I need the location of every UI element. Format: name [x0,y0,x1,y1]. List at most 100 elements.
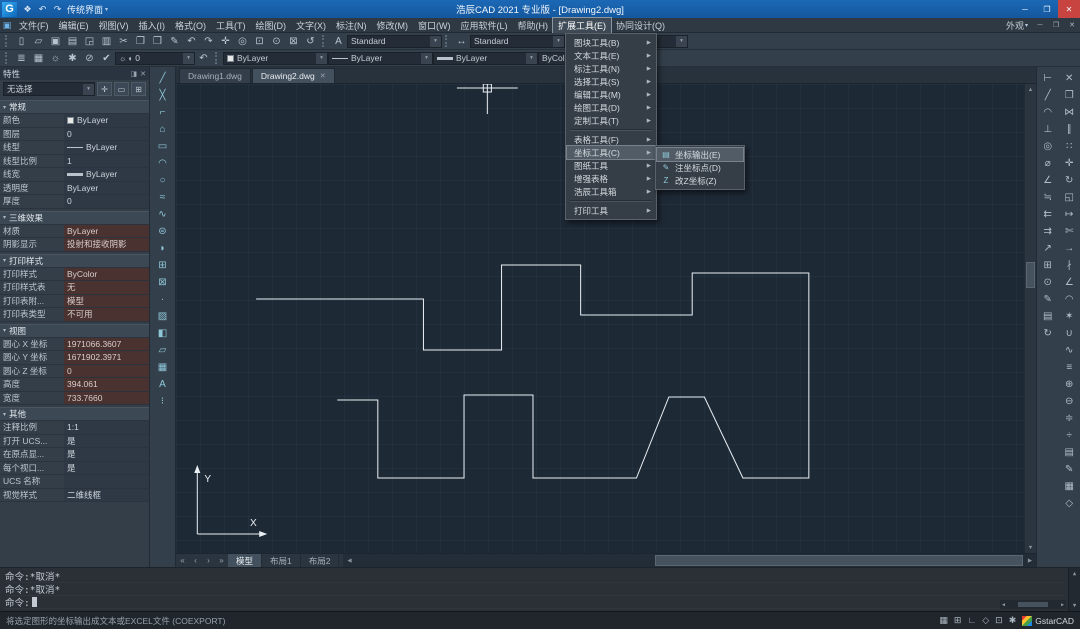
command-horizontal-scrollbar[interactable]: ◀ ▶ [1000,600,1066,609]
point-icon[interactable]: ∙ [154,291,172,307]
diameter-dimension-icon[interactable]: ⌀ [1039,155,1057,171]
redo-quick-icon[interactable]: ↷ [50,2,65,17]
minimize-icon[interactable]: ─ [1014,0,1036,18]
paste-icon[interactable]: ❒ [149,34,166,49]
scroll-down-icon[interactable]: ▼ [1025,542,1036,553]
next-tab-icon[interactable]: › [202,554,215,567]
property-value[interactable]: ByLayer [64,224,149,237]
scroll-down-icon[interactable]: ▼ [1069,600,1080,611]
tolerance-icon[interactable]: ⊞ [1039,257,1057,273]
menu-item-插入(I)[interactable]: 插入(I) [134,18,171,33]
dim-style-icon[interactable]: ↔ [453,34,470,49]
property-value[interactable]: ByLayer [64,181,149,194]
section-header[interactable]: ▾ 打印样式 [0,253,149,268]
toolbar-grip[interactable] [445,35,450,47]
stretch-icon[interactable]: ↦ [1060,206,1078,222]
zoom-realtime-icon[interactable]: ◎ [234,34,251,49]
ext-menu-item[interactable]: 编辑工具(M) ▶ [567,88,655,101]
layout-tab-布局2[interactable]: 布局2 [301,554,340,567]
polygon-icon[interactable]: ⌂ [154,121,172,137]
lineweight-combo[interactable]: ByLayer ▾ [433,51,538,65]
publish-icon[interactable]: ▥ [98,34,115,49]
menu-item-工具(T)[interactable]: 工具(T) [211,18,251,33]
vertical-scroll-thumb[interactable] [1026,262,1035,289]
ext-menu-item[interactable]: 选择工具(S) ▶ [567,75,655,88]
gear-icon[interactable]: ✱ [1009,615,1017,626]
dimension-style-icon[interactable]: ▤ [1039,308,1057,324]
property-value[interactable]: 1:1 [64,421,149,434]
ellipse-arc-icon[interactable]: ◗ [154,240,172,256]
chevron-down-icon[interactable]: ▾ [526,52,537,64]
layer-freeze-icon[interactable]: ✱ [64,51,81,66]
scroll-up-icon[interactable]: ▲ [1025,84,1036,95]
clean-screen-icon[interactable]: ⊡ [995,615,1003,626]
mirror-icon[interactable]: ⋈ [1060,104,1078,120]
scroll-right-icon[interactable]: ▶ [1061,602,1064,608]
zoom-previous-icon[interactable]: ⊙ [268,34,285,49]
undo-icon[interactable]: ↶ [183,34,200,49]
ungroup-icon[interactable]: ⊖ [1060,393,1078,409]
layout-tab-布局1[interactable]: 布局1 [262,554,301,567]
restore-icon[interactable]: ❐ [1048,18,1064,32]
make-block-icon[interactable]: ⊠ [154,274,172,290]
layer-walk-icon[interactable]: ▦ [1060,478,1078,494]
close-icon[interactable]: ✕ [1058,0,1080,18]
undo-quick-icon[interactable]: ↶ [35,2,50,17]
layer-on-icon[interactable]: ☼ [47,51,64,66]
property-value[interactable]: 投射和接收阴影 [64,238,149,251]
erase-icon[interactable]: ✕ [1060,70,1078,86]
property-value[interactable]: 二维线框 [64,488,149,501]
spline-icon[interactable]: ∿ [154,206,172,222]
cut-icon[interactable]: ✂ [115,34,132,49]
rotate-icon[interactable]: ↻ [1060,172,1078,188]
section-header[interactable]: ▾ 视图 [0,323,149,338]
regen-icon[interactable]: ↺ [302,34,319,49]
copy-clip-icon[interactable]: ❐ [132,34,149,49]
pickadd-toggle-icon[interactable]: ✛ [97,82,112,96]
circle-icon[interactable]: ○ [154,172,172,188]
property-value[interactable]: 1 [64,154,149,167]
property-value[interactable]: 是 [64,461,149,474]
ext-menu-item[interactable]: 打印工具 ▶ [567,204,655,217]
aligned-dimension-icon[interactable]: ╱ [1039,87,1057,103]
document-tab[interactable]: Drawing2.dwg ✕ [251,68,335,83]
scroll-left-icon[interactable]: ◀ [343,554,355,567]
submenu-item[interactable]: Z 改Z坐标(Z) [657,174,743,187]
ext-menu-item[interactable]: 图纸工具 ▶ [567,159,655,172]
dimension-update-icon[interactable]: ↻ [1039,325,1057,341]
ext-menu-item[interactable]: 浩辰工具箱 ▶ [567,185,655,198]
workspace-label[interactable]: 传统界面 [67,3,103,16]
polyline-icon[interactable]: ⌐ [154,104,172,120]
chevron-down-icon[interactable]: ▾ [83,83,94,95]
ext-menu-item[interactable]: 文本工具(E) ▶ [567,49,655,62]
menu-item-文件(F)[interactable]: 文件(F) [14,18,54,33]
property-value[interactable]: 不可用 [64,308,149,321]
zoom-window-icon[interactable]: ⊡ [251,34,268,49]
property-value[interactable]: ByColor [64,267,149,280]
angular-dimension-icon[interactable]: ∠ [1039,172,1057,188]
menu-item-视图(V)[interactable]: 视图(V) [94,18,134,33]
more-tools-icon[interactable]: ⁝ [154,393,172,409]
arc-length-icon[interactable]: ◠ [1039,104,1057,120]
property-value[interactable] [64,475,149,488]
ext-menu-item[interactable]: 定制工具(T) ▶ [567,114,655,127]
insert-block-icon[interactable]: ⊞ [154,257,172,273]
property-value[interactable]: ByLayer [64,141,149,154]
appearance-menu[interactable]: 外观 [1006,19,1024,32]
gradient-icon[interactable]: ◧ [154,325,172,341]
scale-icon[interactable]: ◱ [1060,189,1078,205]
submenu-item[interactable]: ✎ 注坐标点(D) [657,161,743,174]
ext-menu-item[interactable]: 绘图工具(D) ▶ [567,101,655,114]
region-icon[interactable]: ▱ [154,342,172,358]
section-header[interactable]: ▾ 其他 [0,407,149,421]
ext-menu-item[interactable]: 标注工具(N) ▶ [567,62,655,75]
plot-preview-icon[interactable]: ◲ [81,34,98,49]
chevron-down-icon[interactable]: ▾ [430,35,441,47]
menu-item-帮助(H)[interactable]: 帮助(H) [513,18,554,33]
chevron-down-icon[interactable]: ▾ [421,52,432,64]
linetype-combo[interactable]: ByLayer ▾ [328,51,433,65]
save-icon[interactable]: ▣ [47,34,64,49]
plot-icon[interactable]: ▤ [64,34,81,49]
property-value[interactable]: 0 [64,127,149,140]
layer-properties-icon[interactable]: ≣ [13,51,30,66]
